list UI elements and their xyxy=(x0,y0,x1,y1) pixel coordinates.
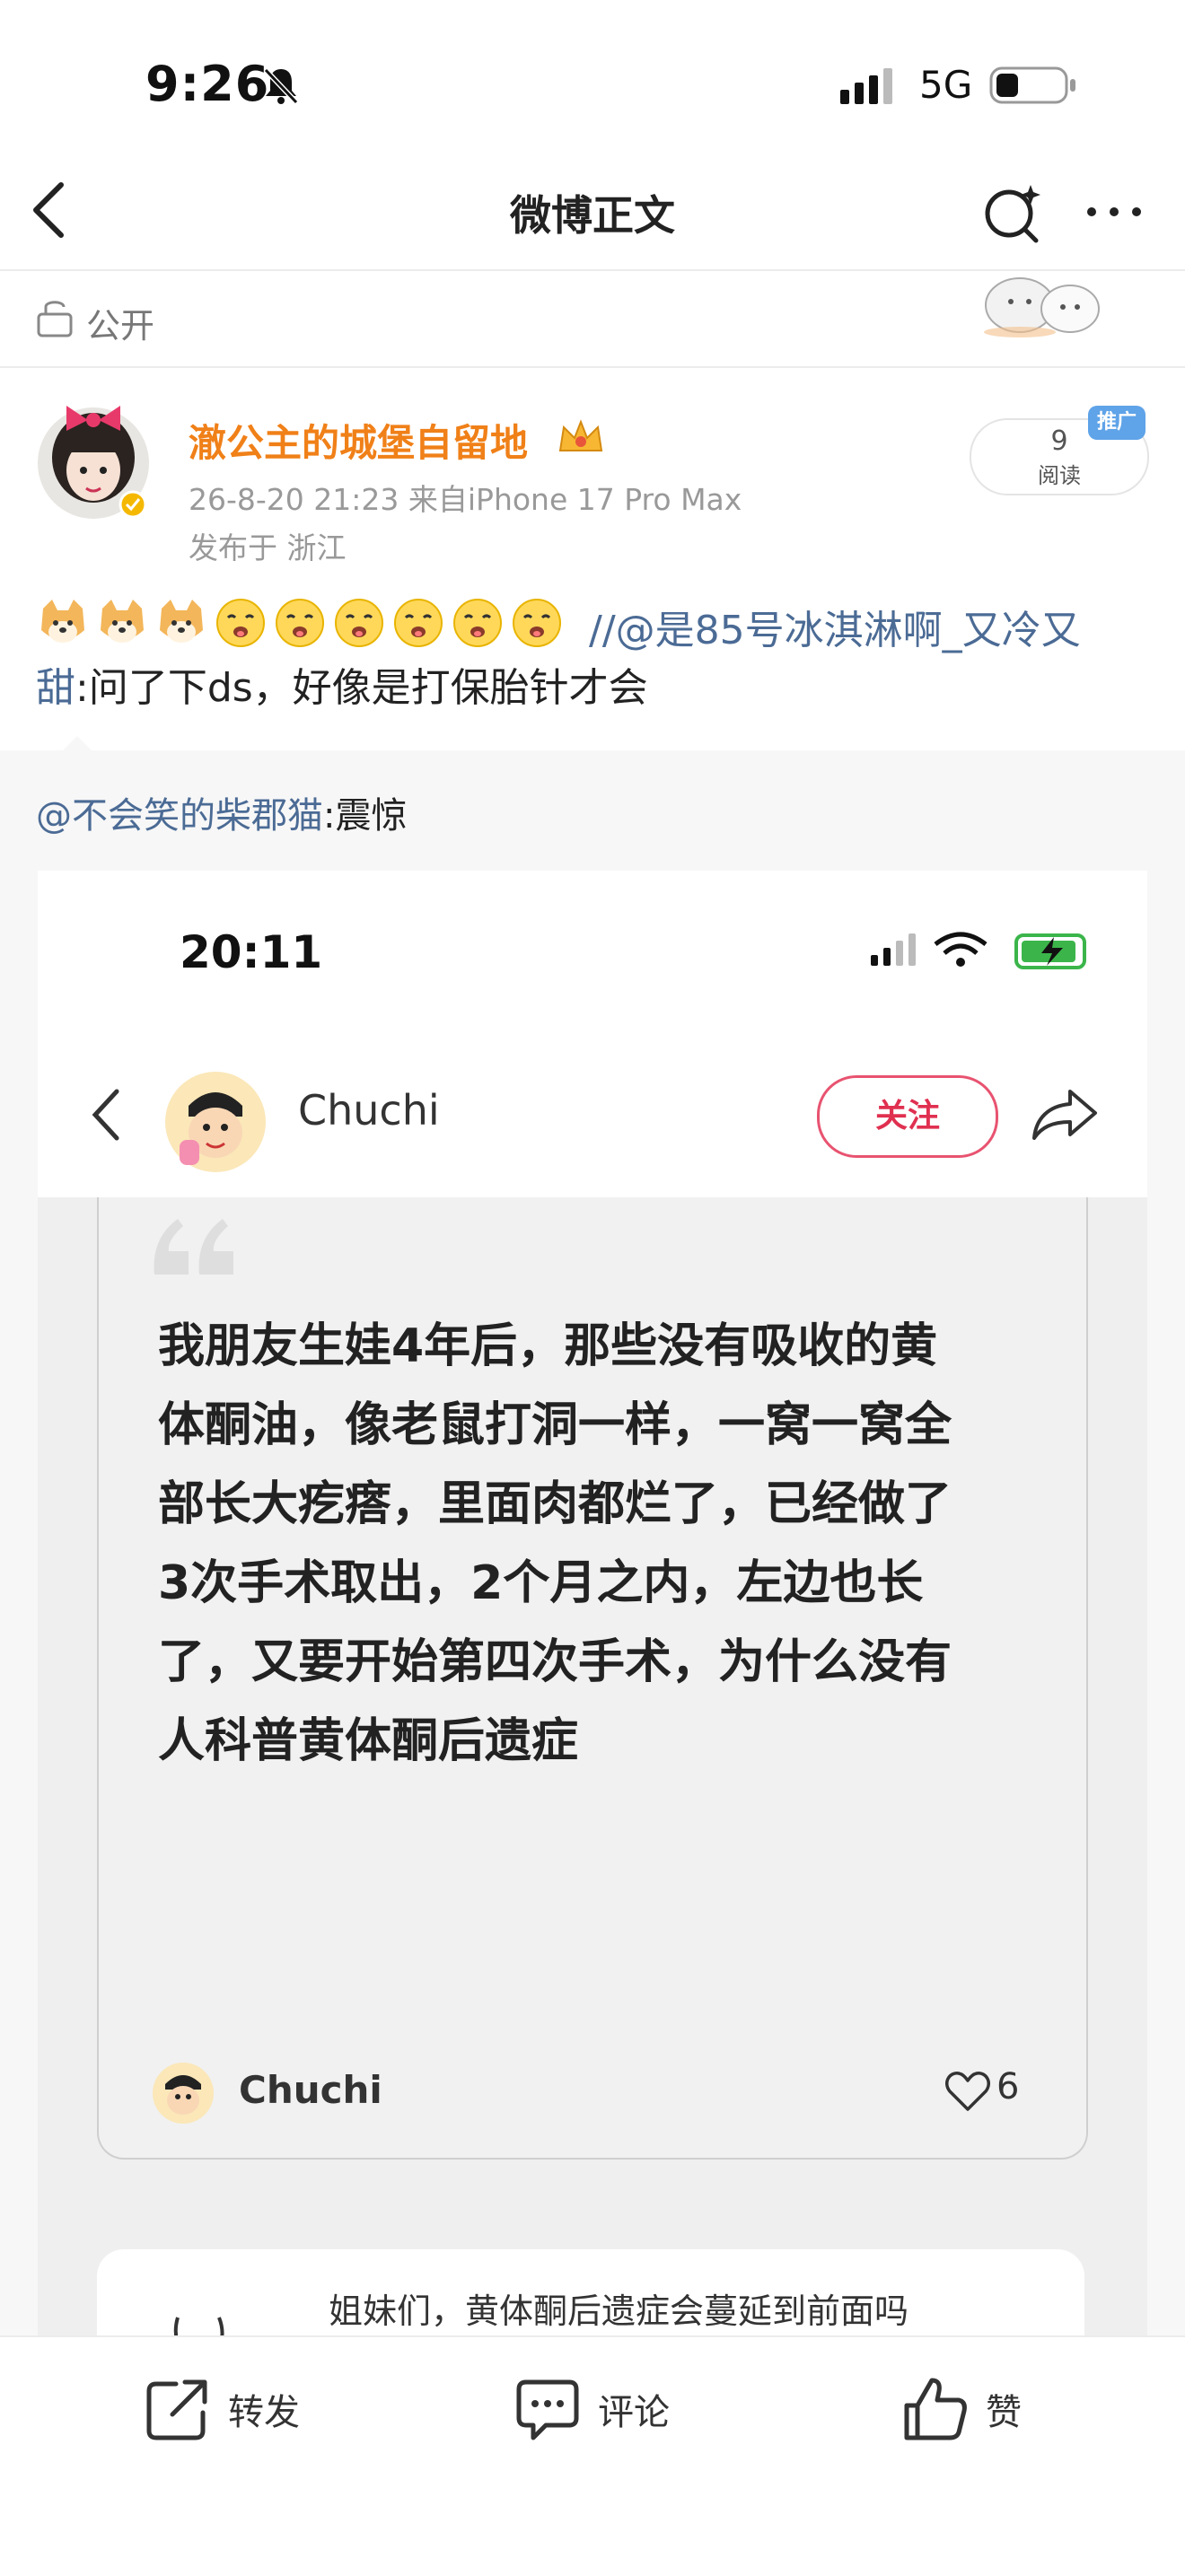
repost-header: @不会笑的柴郡猫:震惊 xyxy=(36,786,407,838)
shocked-face-emoji-icon xyxy=(394,599,443,647)
visibility-label: 公开 xyxy=(86,306,155,346)
read-label: 阅读 xyxy=(1038,463,1081,488)
comment-icon xyxy=(516,2379,579,2440)
screenshot-username: Chuchi xyxy=(298,1086,440,1135)
bottom-action-bar: 转发 评论 赞 xyxy=(0,2335,1185,2576)
screenshot-status-icons xyxy=(871,932,1086,969)
comment-label: 评论 xyxy=(598,2392,670,2433)
promotion-badge: 推广 xyxy=(1088,406,1146,440)
shocked-face-emoji-icon xyxy=(335,599,383,647)
screenshot-back-icon xyxy=(92,1089,119,1141)
more-options-icon[interactable] xyxy=(1083,203,1146,221)
shocked-face-emoji-icon xyxy=(216,599,265,647)
status-time: 9:26 xyxy=(145,56,270,112)
quote-line: 人科普黄体酮后遗症 xyxy=(158,1714,579,1768)
original-author-mention[interactable]: @不会笑的柴郡猫 xyxy=(36,795,323,837)
post-body-text: :问了下ds，好像是打保胎针才会 xyxy=(75,665,648,711)
screenshot-follow-button: 关注 xyxy=(817,1075,998,1158)
mention-link[interactable]: //@是85号冰淇淋啊_又冷又 xyxy=(589,598,1081,655)
signal-icon xyxy=(840,68,892,104)
section-divider xyxy=(0,366,1185,368)
user-avatar[interactable] xyxy=(36,388,153,521)
repost-label: 转发 xyxy=(228,2392,300,2433)
quote-line: 了，又要开始第四次手术，为什么没有 xyxy=(158,1635,952,1689)
doge-emoji-icon xyxy=(101,600,144,643)
post-location: 发布于 浙江 xyxy=(189,530,347,565)
screenshot-footer-name: Chuchi xyxy=(239,2068,382,2112)
comment-button[interactable]: 评论 xyxy=(514,2373,670,2445)
quote-line: 我朋友生娃4年后，那些没有吸收的黄 xyxy=(158,1319,938,1373)
doge-emoji-icon xyxy=(160,600,203,643)
post-body-line: 甜:问了下ds，好像是打保胎针才会 xyxy=(36,655,648,713)
screenshot-share-icon xyxy=(1032,1090,1097,1140)
battery-icon xyxy=(989,66,1075,104)
thumbs-up-icon xyxy=(904,2378,967,2440)
post-meta: 26-8-20 21:23 来自iPhone 17 Pro Max xyxy=(189,482,742,517)
emoji-row xyxy=(36,596,564,650)
embedded-screenshot-image[interactable]: 20:11 Chuchi 关注 我朋友生娃4年后，那些没有吸收的黄 体酮油，像老… xyxy=(38,871,1147,2343)
heart-icon xyxy=(945,2072,990,2111)
screenshot-footer-avatar xyxy=(153,2063,214,2124)
screenshot-like-count: 6 xyxy=(996,2066,1020,2107)
screenshot-avatar xyxy=(165,1072,266,1172)
quote-mark-icon xyxy=(154,1219,233,1275)
mention-link-tail[interactable]: 甜 xyxy=(36,665,75,711)
like-label: 赞 xyxy=(986,2392,1022,2433)
lock-open-icon xyxy=(37,301,73,337)
like-button[interactable]: 赞 xyxy=(901,2373,1022,2445)
username[interactable]: 澈公主的城堡自留地 xyxy=(189,413,528,468)
cat-sticker-icon xyxy=(984,277,1100,337)
shocked-face-emoji-icon xyxy=(276,599,324,647)
doge-emoji-icon xyxy=(41,600,84,643)
screenshot-time: 20:11 xyxy=(180,926,323,978)
bell-muted-icon xyxy=(263,67,299,105)
crown-icon xyxy=(558,419,603,451)
quote-line: 3次手术取出，2个月之内，左边也长 xyxy=(158,1556,924,1610)
screenshot-quote-text: 我朋友生娃4年后，那些没有吸收的黄 体酮油，像老鼠打洞一样，一窝一窝全 部长大疙… xyxy=(158,1307,1056,1781)
repost-text: :震惊 xyxy=(323,795,408,837)
network-label: 5G xyxy=(919,63,973,107)
screenshot-second-card-text: 姐妹们，黄体酮后遗症会蔓延到前面吗 xyxy=(329,2291,909,2331)
search-sparkle-icon[interactable] xyxy=(980,180,1045,244)
shocked-face-emoji-icon xyxy=(453,599,502,647)
shocked-face-emoji-icon xyxy=(513,599,561,647)
quote-line: 体酮油，像老鼠打洞一样，一窝一窝全 xyxy=(158,1398,952,1452)
quote-line: 部长大疙瘩，里面肉都烂了，已经做了 xyxy=(158,1477,952,1531)
repost-button[interactable]: 转发 xyxy=(144,2373,300,2445)
repost-icon xyxy=(146,2379,207,2440)
